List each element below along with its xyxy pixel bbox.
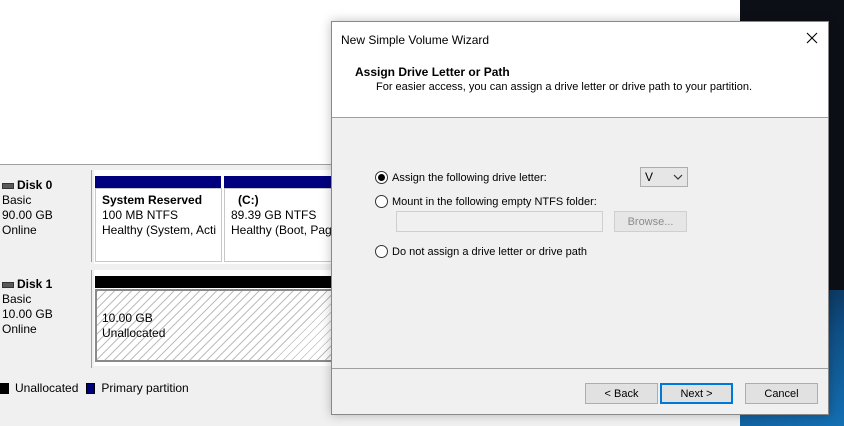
disk-0-size: 90.00 GB (2, 208, 53, 222)
close-icon[interactable] (798, 25, 826, 51)
partition-detail: 100 MB NTFS (102, 208, 179, 222)
partition-name: System Reserved (102, 193, 203, 207)
partition-detail: 89.39 GB NTFS (231, 208, 317, 222)
drive-letter-value: V (645, 170, 654, 184)
partition-system-reserved[interactable]: System Reserved 100 MB NTFS Healthy (Sys… (95, 188, 222, 262)
disk-0-info[interactable]: Disk 0 Basic 90.00 GB Online (0, 170, 92, 262)
radio-selected-dot (378, 174, 385, 181)
legend-unallocated-swatch (0, 382, 9, 394)
partition-health: Healthy (Boot, Pag (231, 223, 332, 237)
no-assign-option[interactable]: Do not assign a drive letter or drive pa… (375, 245, 587, 258)
unallocated-bar (95, 276, 335, 288)
drive-letter-select[interactable]: V (640, 167, 688, 187)
assign-letter-label: Assign the following drive letter: (392, 171, 547, 184)
mount-folder-label: Mount in the following empty NTFS folder… (392, 195, 597, 208)
folder-path-input[interactable] (396, 211, 603, 232)
disk-1-size: 10.00 GB (2, 307, 53, 321)
browse-button[interactable]: Browse... (614, 211, 687, 232)
partition-status: Unallocated (102, 326, 166, 340)
disk-icon (2, 182, 14, 189)
disk-0-title: Disk 0 (2, 178, 91, 193)
disk-0-partitions: System Reserved 100 MB NTFS Healthy (Sys… (94, 170, 334, 264)
cancel-button[interactable]: Cancel (745, 383, 818, 404)
wizard-header: Assign Drive Letter or Path For easier a… (332, 54, 828, 118)
disk-1-partitions: 10.00 GB Unallocated (94, 270, 335, 366)
disk-icon (2, 281, 14, 288)
assign-letter-radio[interactable] (375, 171, 388, 184)
partition-unallocated[interactable]: 10.00 GB Unallocated (95, 289, 335, 362)
back-button[interactable]: < Back (585, 383, 658, 404)
no-assign-radio[interactable] (375, 245, 388, 258)
wizard-titlebar[interactable]: New Simple Volume Wizard (332, 22, 828, 54)
legend-primary-swatch (86, 382, 96, 394)
page-subtitle: For easier access, you can assign a driv… (376, 81, 753, 93)
assign-letter-option[interactable]: Assign the following drive letter: (375, 171, 547, 184)
system-reserved-bar (95, 176, 221, 188)
footer-divider (332, 368, 828, 369)
page-title: Assign Drive Letter or Path (355, 65, 510, 79)
c-drive-bar (224, 176, 334, 188)
legend-unallocated-label: Unallocated (15, 381, 79, 395)
partition-c-drive[interactable]: (C:) 89.39 GB NTFS Healthy (Boot, Pag (224, 188, 334, 262)
legend: Unallocated Primary partition (0, 380, 189, 396)
disk-1-type: Basic (2, 292, 32, 306)
next-button[interactable]: Next > (660, 383, 733, 404)
disk-0-name: Disk 0 (17, 178, 53, 192)
partition-health: Healthy (System, Acti (102, 223, 217, 237)
no-assign-label: Do not assign a drive letter or drive pa… (392, 245, 588, 258)
wizard-title: New Simple Volume Wizard (341, 33, 490, 47)
legend-primary-label: Primary partition (101, 381, 189, 395)
new-simple-volume-wizard: New Simple Volume Wizard Assign Drive Le… (331, 21, 829, 415)
disk-1-info[interactable]: Disk 1 Basic 10.00 GB Online (0, 270, 92, 368)
disk-0-type: Basic (2, 193, 32, 207)
mount-folder-radio[interactable] (375, 195, 388, 208)
chevron-down-icon (673, 172, 683, 182)
disk-1-title: Disk 1 (2, 277, 91, 292)
disk-1-status: Online (2, 322, 37, 336)
partition-size: 10.00 GB (102, 311, 153, 325)
partition-name: (C:) (238, 193, 259, 207)
mount-folder-option[interactable]: Mount in the following empty NTFS folder… (375, 195, 597, 208)
screen: Disk 0 Basic 90.00 GB Online System Rese… (0, 0, 844, 426)
disk-1-name: Disk 1 (17, 277, 53, 291)
disk-0-status: Online (2, 223, 37, 237)
